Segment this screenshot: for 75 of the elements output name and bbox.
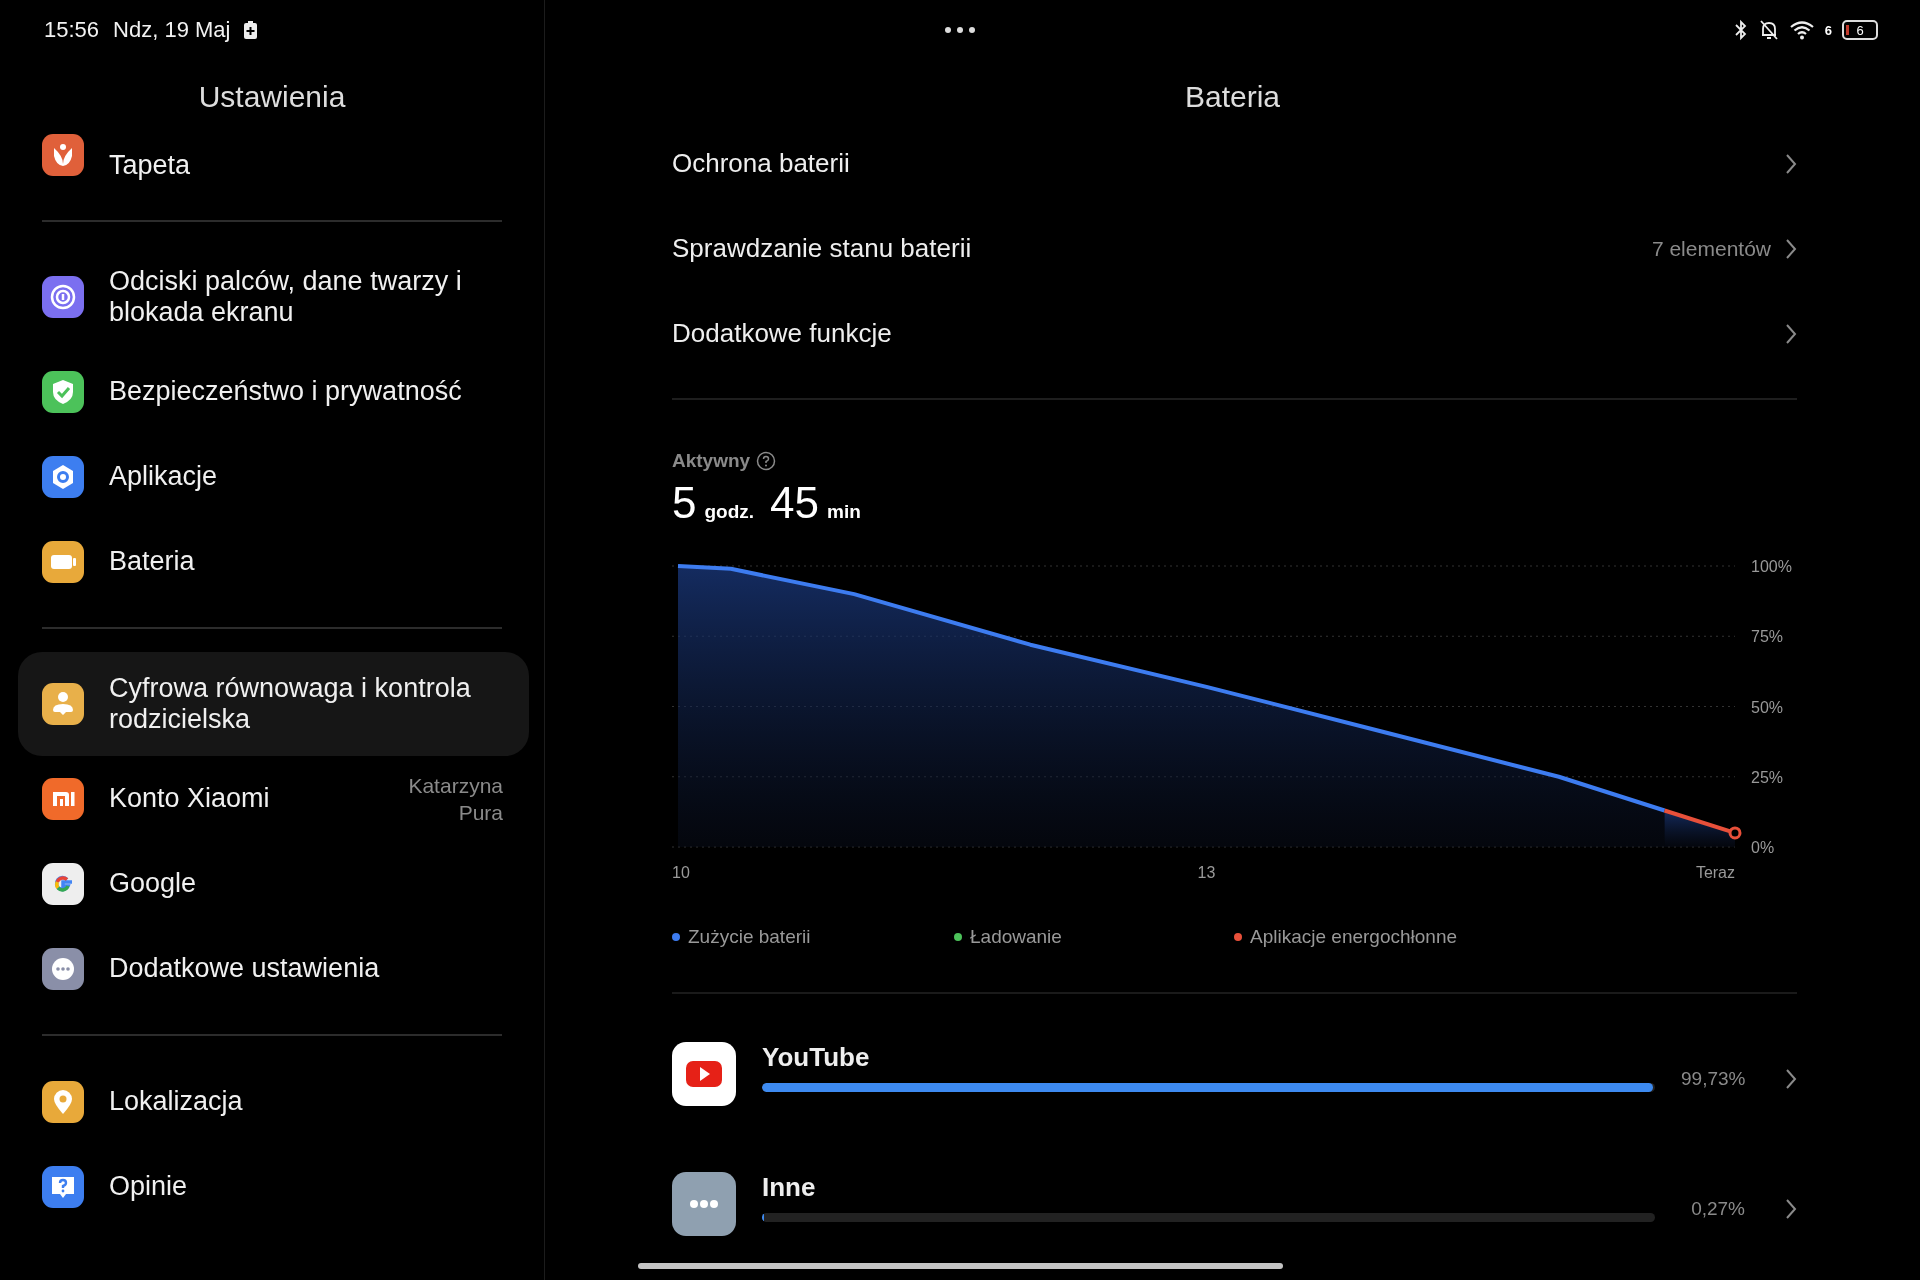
wifi-icon [1788,19,1815,41]
sidebar-title: Ustawienia [197,79,347,115]
item-label: Google [109,868,197,899]
hours-unit: godz. [704,501,755,523]
settings-item[interactable]: Aplikacje [0,434,529,519]
item-label: Konto Xiaomi [109,783,270,814]
item-label: Bezpieczeństwo i prywatność [109,376,462,407]
item-label: Opinie [109,1171,188,1202]
page-title: Bateria [1183,79,1282,115]
legend-label: Aplikacje energochłonne [1250,926,1458,948]
item-label: Odciski palców, dane twarzy i blokada ekranu [109,266,463,328]
settings-row[interactable]: Sprawdzanie stanu baterii 7 elementów [672,206,1797,291]
help-icon[interactable] [756,451,777,471]
chevron-icon [1785,1198,1797,1220]
item-label: Tapeta [109,150,191,181]
play-app-icon [672,1042,736,1106]
settings-row[interactable]: Ochrona baterii [672,121,1797,206]
chevron-icon [1785,152,1797,175]
battery-icon [42,540,84,583]
minutes-unit: min [827,501,861,523]
g-logo-icon [42,862,84,905]
more-icon[interactable] [945,27,975,33]
question-bubble-icon [42,1165,84,1208]
app-name: Inne [762,1172,817,1203]
usage-percent: 99,73% [1681,1068,1745,1090]
shield-check-icon [42,370,84,413]
wifi-number: 6 [1824,22,1832,38]
active-label: Aktywny [672,450,751,472]
bell-off-icon [1758,19,1779,41]
end-marker [1728,826,1742,840]
settings-item[interactable]: Konto Xiaomi Katarzyna Pura [0,756,529,841]
bluetooth-icon [1732,19,1749,41]
tick-label: 13 [1197,864,1216,881]
item-label: Cyfrowa równowaga i kontrola rodzicielska [109,673,472,735]
item-label: Dodatkowe ustawienia [109,953,380,984]
status-time: 15:56 [44,17,100,43]
chevron-icon [1785,237,1797,260]
settings-row[interactable]: Dodatkowe funkcje [672,291,1797,376]
battery-saver-icon [244,21,258,39]
tulip-icon [42,134,84,176]
status-date: Ndz, 19 Maj [113,17,231,43]
settings-item[interactable]: Tapeta [0,134,529,197]
settings-item[interactable]: Cyfrowa równowaga i kontrola rodzicielska [18,652,529,756]
minutes-value: 45 [770,478,820,528]
app-name: YouTube [762,1042,871,1073]
settings-item[interactable]: Bateria [0,519,529,604]
tick-label: 100% [1751,558,1792,575]
tick-label: 50% [1751,698,1784,716]
settings-item[interactable]: Lokalizacja [0,1059,529,1144]
tick-label: 10 [672,864,690,881]
tick-label: 0% [1751,839,1775,856]
battery-indicator: 6 [1842,20,1878,40]
legend-label: Zużycie baterii [688,926,811,948]
usage-percent: 0,27% [1690,1198,1745,1220]
more-app-icon [672,1172,736,1236]
logo-icon [42,777,84,820]
legend-label: Ładowanie [970,926,1062,948]
chevron-icon [1785,1068,1797,1090]
tick-label: 25% [1751,768,1784,786]
fingerprint-icon [42,276,84,318]
settings-item[interactable]: Opinie [0,1144,529,1229]
tick-label: 75% [1751,628,1784,646]
hours-value: 5 [672,478,697,528]
location-pin-icon [42,1080,84,1123]
settings-item[interactable]: Odciski palców, dane twarzy i blokada ekranu [0,245,529,349]
more-icon [42,947,84,990]
item-label: Bateria [109,546,195,577]
tick-label: Teraz [1695,864,1735,881]
settings-item[interactable]: Bezpieczeństwo i prywatność [0,349,529,434]
settings-item[interactable]: Dodatkowe ustawienia [0,926,529,1011]
item-label: Aplikacje [109,461,218,492]
item-label: Lokalizacja [109,1086,243,1117]
settings-item[interactable]: Google [0,841,529,926]
account-name: Katarzyna Pura [407,772,503,826]
chevron-icon [1785,322,1797,345]
